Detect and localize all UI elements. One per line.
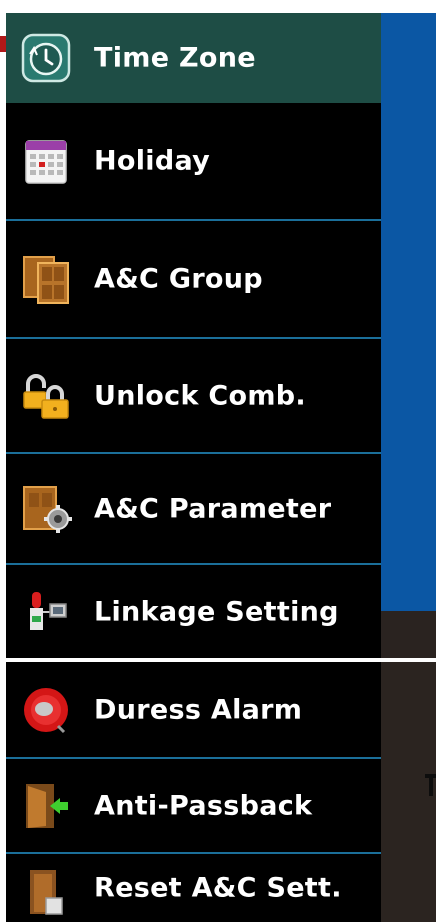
menu-item-time-zone[interactable]: Time Zone [6, 13, 381, 103]
menu-item-anti-passback[interactable]: Anti-Passback [6, 759, 381, 854]
menu-item-label: Reset A&C Sett. [94, 872, 342, 904]
menu-item-label: A&C Group [94, 263, 263, 295]
menu-item-unlock-comb[interactable]: Unlock Comb. [6, 339, 381, 454]
padlock-icon [20, 370, 72, 422]
menu-item-label: Linkage Setting [94, 596, 339, 627]
menu-item-label: Time Zone [94, 42, 256, 74]
menu-item-label: Unlock Comb. [94, 380, 306, 411]
menu-item-duress-alarm[interactable]: Duress Alarm [6, 662, 381, 759]
menu-item-holiday[interactable]: Holiday [6, 103, 381, 221]
calendar-icon [20, 135, 72, 187]
device-screen: Time Zone Holiday A&C Group Unlock Comb.… [0, 0, 436, 922]
access-control-menu: Time Zone Holiday A&C Group Unlock Comb.… [6, 13, 381, 658]
door-gear-icon [20, 483, 72, 535]
menu-item-label: Anti-Passback [94, 790, 313, 821]
menu-item-label: A&C Parameter [94, 493, 332, 524]
menu-item-ac-parameter[interactable]: A&C Parameter [6, 454, 381, 565]
access-control-menu-continued: Duress Alarm Anti-Passback Reset A&C Set… [6, 662, 381, 922]
side-strip [381, 611, 436, 658]
panel-mark [429, 778, 433, 796]
door-group-icon [20, 253, 72, 305]
menu-item-label: Holiday [94, 145, 211, 177]
menu-item-label: Duress Alarm [94, 694, 303, 725]
exit-door-icon [20, 780, 72, 832]
clock-icon [20, 32, 72, 84]
side-panel [381, 13, 436, 611]
linkage-icon [20, 586, 72, 638]
menu-item-linkage-setting[interactable]: Linkage Setting [6, 565, 381, 658]
alarm-icon [20, 684, 72, 736]
menu-item-ac-group[interactable]: A&C Group [6, 221, 381, 339]
side-panel-lower [381, 662, 436, 922]
menu-item-reset-ac-settings[interactable]: Reset A&C Sett. [6, 854, 381, 922]
reset-door-icon [20, 866, 72, 918]
